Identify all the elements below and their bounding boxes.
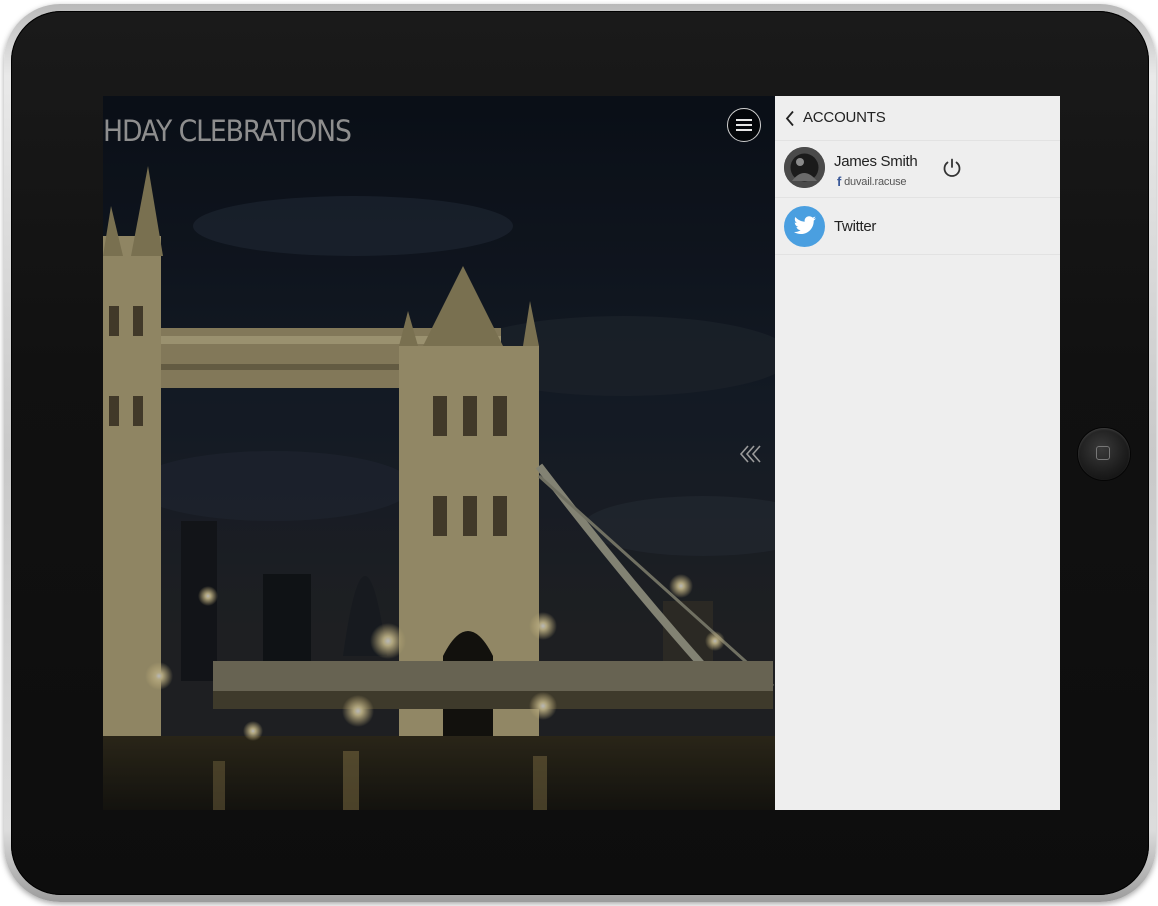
facebook-handle: duvail.racuse — [844, 176, 907, 188]
panel-title: ACCOUNTS — [803, 109, 886, 126]
photo-overlay — [103, 96, 775, 810]
collapse-panel-button[interactable] — [739, 443, 763, 465]
twitter-avatar — [784, 206, 825, 247]
account-row-twitter[interactable]: Twitter — [775, 198, 1060, 255]
account-handle: f duvail.racuse — [837, 174, 907, 189]
double-chevron-left-icon — [739, 445, 761, 463]
page-title: HDAY CLEBRATIONS — [103, 114, 352, 148]
twitter-bird-icon — [794, 216, 816, 234]
home-button[interactable] — [1078, 428, 1130, 480]
app-screen: HDAY CLEBRATIONS ACCOUNTS James Smith f … — [103, 96, 1060, 810]
home-button-icon — [1096, 446, 1110, 460]
chevron-left-icon — [785, 110, 794, 127]
facebook-icon: f — [837, 174, 842, 189]
menu-button[interactable] — [727, 108, 761, 142]
avatar — [784, 147, 825, 188]
account-name: James Smith — [834, 153, 918, 170]
account-row-james-smith[interactable]: James Smith f duvail.racuse — [775, 141, 1060, 198]
accounts-panel: ACCOUNTS James Smith f duvail.racuse Twi… — [775, 96, 1060, 810]
hamburger-menu-icon — [736, 119, 752, 131]
accounts-back-button[interactable]: ACCOUNTS — [775, 96, 1060, 141]
power-icon — [943, 158, 961, 177]
disconnect-button[interactable] — [941, 157, 963, 179]
account-name: Twitter — [834, 218, 877, 235]
